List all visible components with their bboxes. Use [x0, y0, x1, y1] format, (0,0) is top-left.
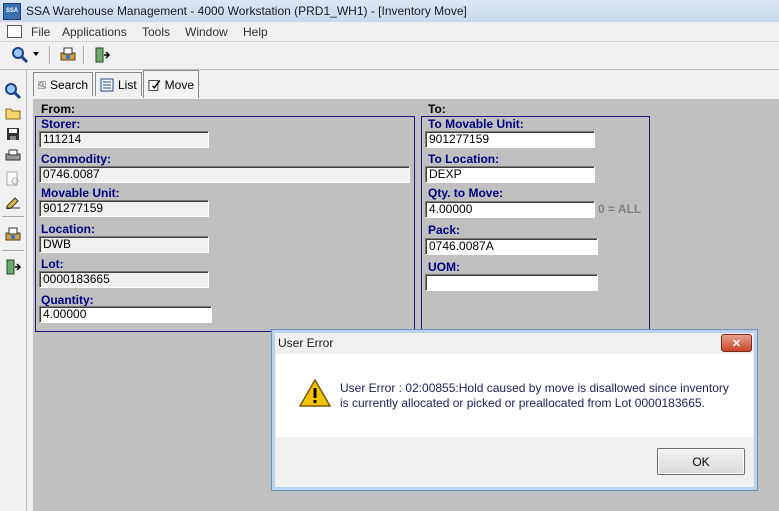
commodity-label: Commodity:: [41, 152, 111, 166]
from-group-label: From:: [41, 102, 75, 116]
tab-move[interactable]: Move: [143, 70, 199, 98]
quantity-field[interactable]: 4.00000: [39, 306, 212, 323]
lot-label: Lot:: [41, 257, 64, 271]
commodity-field[interactable]: 0746.0087: [39, 166, 410, 183]
menu-applications[interactable]: Applications: [62, 25, 127, 39]
ok-button[interactable]: OK: [657, 448, 745, 475]
tab-search[interactable]: Search: [33, 72, 93, 96]
toolbar-separator: [2, 216, 24, 217]
warning-icon: [298, 378, 332, 411]
print-setup-icon[interactable]: [57, 44, 79, 66]
menu-help[interactable]: Help: [243, 25, 268, 39]
list-tab-icon: [100, 78, 114, 91]
tab-list-label: List: [118, 77, 137, 92]
movable-unit-label: Movable Unit:: [41, 186, 120, 200]
qty-to-move-label: Qty. to Move:: [428, 186, 504, 200]
app-icon: SSA: [3, 3, 21, 20]
print-preview-icon[interactable]: [3, 169, 23, 189]
error-message: User Error : 02:00855:Hold caused by mov…: [340, 381, 729, 410]
pack-label: Pack:: [428, 223, 461, 237]
move-tab-icon: [148, 79, 161, 91]
uom-field[interactable]: [425, 274, 598, 291]
storer-label: Storer:: [41, 117, 81, 131]
print-icon[interactable]: [3, 146, 23, 166]
toolbar-separator: [2, 250, 24, 251]
lot-field[interactable]: 0000183665: [39, 271, 209, 288]
location-label: Location:: [41, 222, 95, 236]
search-icon[interactable]: [3, 81, 23, 101]
pack-field[interactable]: 0746.0087A: [425, 238, 598, 255]
toolbar-separator: [49, 46, 51, 64]
to-movable-unit-field[interactable]: 901277159: [425, 131, 595, 148]
menu-window[interactable]: Window: [185, 25, 228, 39]
tab-move-label: Move: [164, 77, 194, 92]
tab-search-label: Search: [49, 77, 88, 92]
window-title: SSA Warehouse Management - 4000 Workstat…: [26, 4, 467, 18]
search-tab-icon: [38, 80, 46, 89]
toolbar: [0, 42, 779, 70]
dialog-title: User Error: [278, 336, 334, 350]
location-field[interactable]: DWB: [39, 236, 209, 253]
uom-label: UOM:: [428, 260, 460, 274]
to-group-label: To:: [428, 102, 446, 116]
menu-file[interactable]: File: [31, 25, 50, 39]
edit-icon[interactable]: [3, 191, 23, 211]
open-folder-icon[interactable]: [3, 103, 23, 123]
menu-tools[interactable]: Tools: [142, 25, 170, 39]
dialog-body: User Error : 02:00855:Hold caused by mov…: [276, 354, 753, 437]
toolbar-separator: [83, 46, 85, 64]
close-icon[interactable]: ✕: [721, 334, 752, 352]
chevron-down-icon[interactable]: [33, 52, 39, 56]
movable-unit-field[interactable]: 901277159: [39, 200, 209, 217]
save-icon[interactable]: [3, 124, 23, 144]
to-location-field[interactable]: DEXP: [425, 166, 595, 183]
exit-icon[interactable]: [91, 44, 113, 66]
storer-field[interactable]: 111214: [39, 131, 209, 148]
print-setup-icon[interactable]: [3, 225, 23, 245]
qty-hint: 0 = ALL: [598, 202, 642, 216]
to-location-label: To Location:: [428, 152, 500, 166]
error-dialog: User Error ✕ User Error : 02:00855:Hold …: [271, 329, 758, 491]
quantity-label: Quantity:: [41, 293, 94, 307]
document-icon[interactable]: [7, 25, 22, 38]
tab-list[interactable]: List: [95, 72, 142, 96]
search-icon[interactable]: [9, 44, 31, 66]
exit-icon[interactable]: [3, 257, 23, 277]
qty-to-move-field[interactable]: 4.00000: [425, 201, 595, 218]
to-movable-unit-label: To Movable Unit:: [428, 117, 524, 131]
